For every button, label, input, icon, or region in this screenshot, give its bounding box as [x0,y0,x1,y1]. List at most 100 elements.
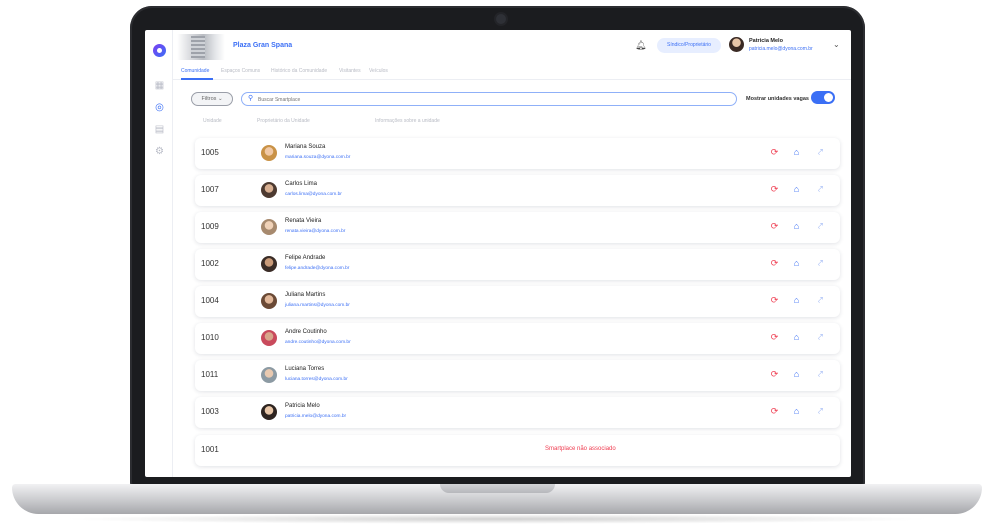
table-row[interactable]: 1005 Mariana Souza mariana.souza@dyona.c… [195,138,840,169]
laptop-notch [440,484,555,493]
table-row[interactable]: 1009 Renata Vieira renata.vieira@dyona.c… [195,212,840,243]
unit-number: 1003 [201,407,219,416]
link-icon[interactable]: ⤤ [815,295,826,306]
search-box[interactable]: ⚲ [241,92,737,106]
home-icon[interactable]: ⌂ [791,295,802,306]
owner-name: Luciana Torres [285,366,325,372]
owner-email[interactable]: juliana.martins@dyona.com.br [285,303,350,308]
sidebar: ▦ ◎ ▤ ⚙ [145,30,173,477]
condominium-title[interactable]: Plaza Gran Spana [233,42,292,49]
table-row-unassociated[interactable]: 1001 Smartplace não associado [195,435,840,466]
link-icon[interactable]: ⤤ [815,332,826,343]
vacant-units-label: Mostrar unidades vagas [746,96,809,102]
sync-icon[interactable]: ⟳ [769,295,780,306]
home-icon[interactable]: ⌂ [791,406,802,417]
search-input[interactable] [258,95,718,104]
unit-number: 1009 [201,222,219,231]
home-icon[interactable]: ⌂ [791,332,802,343]
table-row[interactable]: 1002 Felipe Andrade felipe.andrade@dyona… [195,249,840,280]
avatar [261,293,277,309]
tab-comunidade[interactable]: Comunidade [181,68,209,74]
screen: ▦ ◎ ▤ ⚙ Plaza Gran Spana 🔔︎ Síndico/Prop… [145,30,851,477]
unit-number: 1010 [201,333,219,342]
table-row[interactable]: 1004 Juliana Martins juliana.martins@dyo… [195,286,840,317]
condominium-image [177,34,225,60]
logo-icon[interactable] [153,44,166,57]
tab-veiculos[interactable]: Veículos [369,68,388,74]
vacant-units-toggle[interactable] [811,91,835,104]
avatar [261,330,277,346]
link-icon[interactable]: ⤤ [815,147,826,158]
owner-name: Patricia Melo [285,403,320,409]
avatar [261,182,277,198]
home-icon[interactable]: ⌂ [791,369,802,380]
table-row[interactable]: 1007 Carlos Lima carlos.lima@dyona.com.b… [195,175,840,206]
table-row[interactable]: 1003 Patricia Melo patricia.melo@dyona.c… [195,397,840,428]
home-icon[interactable]: ⌂ [791,258,802,269]
sync-icon[interactable]: ⟳ [769,147,780,158]
stage: ▦ ◎ ▤ ⚙ Plaza Gran Spana 🔔︎ Síndico/Prop… [0,0,994,530]
top-bar: Plaza Gran Spana 🔔︎ Síndico/Proprietário… [173,30,851,64]
table-row[interactable]: 1010 Andre Coutinho andre.coutinho@dyona… [195,323,840,354]
header-unit: Unidade [203,118,222,124]
user-email: patricia.melo@dyona.com.br [749,46,813,52]
tab-bar: Comunidade Espaços Comuns Histórico da C… [173,64,851,80]
tab-historico[interactable]: Histórico da Comunidade [271,68,327,74]
home-icon[interactable]: ⌂ [791,221,802,232]
tab-visitantes[interactable]: Visitantes [339,68,361,74]
unit-number: 1001 [201,445,219,454]
owner-name: Juliana Martins [285,292,326,298]
sync-icon[interactable]: ⟳ [769,406,780,417]
active-tab-indicator [181,78,213,80]
owner-email[interactable]: mariana.souza@dyona.com.br [285,155,350,160]
home-icon[interactable]: ⌂ [791,147,802,158]
owner-name: Felipe Andrade [285,255,326,261]
unit-number: 1007 [201,185,219,194]
avatar [261,367,277,383]
header-info: Informações sobre a unidade [375,118,440,124]
sync-icon[interactable]: ⟳ [769,184,780,195]
unit-number: 1004 [201,296,219,305]
link-icon[interactable]: ⤤ [815,369,826,380]
link-icon[interactable]: ⤤ [815,184,826,195]
owner-name: Carlos Lima [285,181,318,187]
sync-icon[interactable]: ⟳ [769,332,780,343]
unit-number: 1005 [201,148,219,157]
owner-email[interactable]: renata.vieira@dyona.com.br [285,229,345,234]
owner-email[interactable]: luciana.torres@dyona.com.br [285,377,348,382]
sync-icon[interactable]: ⟳ [769,221,780,232]
header-owner: Proprietário da Unidade [257,118,310,124]
filters-label: Filtros [201,96,217,102]
role-badge[interactable]: Síndico/Proprietário [657,38,721,53]
sync-icon[interactable]: ⟳ [769,369,780,380]
owner-email[interactable]: carlos.lima@dyona.com.br [285,192,342,197]
owner-email[interactable]: andre.coutinho@dyona.com.br [285,340,351,345]
camera-icon [496,14,506,24]
link-icon[interactable]: ⤤ [815,258,826,269]
table-row[interactable]: 1011 Luciana Torres luciana.torres@dyona… [195,360,840,391]
chevron-down-icon[interactable]: ⌄ [833,40,840,49]
avatar [261,256,277,272]
avatar[interactable] [729,37,744,52]
grid-icon[interactable]: ▦ [154,80,165,91]
laptop-shadow [60,514,934,524]
owner-email[interactable]: patricia.melo@dyona.com.br [285,414,346,419]
user-name: Patricia Melo [749,38,783,44]
owner-name: Andre Coutinho [285,329,327,335]
settings-icon[interactable]: ⚙ [154,146,165,157]
owner-name: Mariana Souza [285,144,326,150]
unassociated-message[interactable]: Smartplace não associado [545,446,616,452]
link-icon[interactable]: ⤤ [815,221,826,232]
owner-email[interactable]: felipe.andrade@dyona.com.br [285,266,349,271]
link-icon[interactable]: ⤤ [815,406,826,417]
avatar [261,219,277,235]
tab-espacos-comuns[interactable]: Espaços Comuns [221,68,260,74]
filters-button[interactable]: Filtros ⌄ [191,92,233,106]
sync-icon[interactable]: ⟳ [769,258,780,269]
building-icon[interactable]: ▤ [154,124,165,135]
home-icon[interactable]: ⌂ [791,184,802,195]
bell-icon[interactable]: 🔔︎ [635,40,646,51]
avatar [261,404,277,420]
avatar [261,145,277,161]
community-icon[interactable]: ◎ [154,102,165,113]
